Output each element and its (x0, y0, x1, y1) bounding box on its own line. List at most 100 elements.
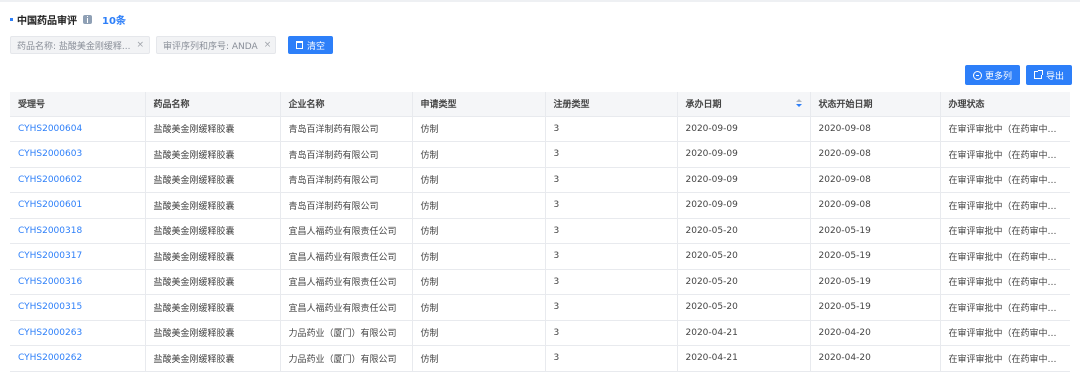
export-label: 导出 (1045, 71, 1064, 82)
company-cell: 青岛百洋制药有限公司 (280, 116, 413, 142)
drug-name-cell: 盐酸美金刚缓释胶囊 (145, 192, 281, 219)
column-header-company[interactable]: 企业名称 (280, 92, 413, 117)
sort-icon[interactable] (795, 99, 802, 109)
acceptance-no-link[interactable]: CYHS2000604 (10, 116, 146, 142)
table-row[interactable]: CYHS2000604 盐酸美金刚缓释胶囊 青岛百洋制药有限公司 仿制 3 2020-09… (10, 116, 1070, 142)
status-start-date-cell: 2020-05-19 (810, 294, 941, 321)
column-header-status-start-date[interactable]: 状态开始日期 (810, 92, 941, 117)
company-cell: 宜昌人福药业有限责任公司 (280, 269, 413, 295)
acceptance-no-link[interactable]: CYHS2000263 (10, 320, 146, 346)
undertake-date-cell: 2020-05-20 (677, 218, 811, 244)
application-type-cell: 仿制 (412, 218, 546, 244)
more-columns-label: 更多列 (984, 71, 1012, 82)
table-row[interactable]: CYHS2000317 盐酸美金刚缓释胶囊 宜昌人福药业有限责任公司 仿制 3 2020-… (10, 243, 1070, 270)
table-header: 受理号 药品名称 企业名称 申请类型 注册类型 承办日期 状态开始日期 办理状态 (10, 92, 1070, 117)
acceptance-no-link[interactable]: CYHS2000262 (10, 345, 146, 372)
status-cell: 在审评审批中（在药审中心） (940, 294, 1070, 321)
filter-chip-label: 药品名称: 盐酸美金刚缓释... (17, 41, 131, 52)
acceptance-no-link[interactable]: CYHS2000601 (10, 192, 146, 219)
column-header-label: 承办日期 (685, 100, 722, 111)
application-type-cell: 仿制 (412, 345, 546, 372)
column-header-undertake-date[interactable]: 承办日期 (677, 92, 811, 117)
column-header-drug-name[interactable]: 药品名称 (145, 92, 281, 117)
export-icon (1033, 70, 1043, 79)
close-icon[interactable]: × (136, 40, 144, 50)
more-columns-button[interactable]: 更多列 (964, 65, 1020, 85)
table-row[interactable]: CYHS2000316 盐酸美金刚缓释胶囊 宜昌人福药业有限责任公司 仿制 3 2020-… (10, 269, 1070, 295)
table-row[interactable]: CYHS2000603 盐酸美金刚缓释胶囊 青岛百洋制药有限公司 仿制 3 2020-09… (10, 141, 1070, 168)
status-cell: 在审评审批中（在药审中心） (940, 192, 1070, 219)
page-header: 中国药品审评 10条 (10, 12, 126, 27)
drug-name-cell: 盐酸美金刚缓释胶囊 (145, 243, 281, 270)
company-cell: 宜昌人福药业有限责任公司 (280, 294, 413, 321)
header-row: 受理号 药品名称 企业名称 申请类型 注册类型 承办日期 状态开始日期 办理状态 (10, 92, 1070, 117)
application-type-cell: 仿制 (412, 192, 546, 219)
undertake-date-cell: 2020-09-09 (677, 167, 811, 193)
company-cell: 宜昌人福药业有限责任公司 (280, 243, 413, 270)
status-cell: 在审评审批中（在药审中心） (940, 345, 1070, 372)
company-cell: 力品药业（厦门）有限公司 (280, 345, 413, 372)
undertake-date-cell: 2020-04-21 (677, 320, 811, 346)
drug-name-cell: 盐酸美金刚缓释胶囊 (145, 320, 281, 346)
acceptance-no-link[interactable]: CYHS2000317 (10, 243, 146, 270)
status-cell: 在审评审批中（在药审中心） (940, 218, 1070, 244)
registration-type-cell: 3 (545, 345, 678, 372)
undertake-date-cell: 2020-09-09 (677, 141, 811, 168)
application-type-cell: 仿制 (412, 243, 546, 270)
application-type-cell: 仿制 (412, 167, 546, 193)
status-cell: 在审评审批中（在药审中心） (940, 269, 1070, 295)
export-button[interactable]: 导出 (1025, 65, 1072, 85)
drug-name-cell: 盐酸美金刚缓释胶囊 (145, 345, 281, 372)
clear-filters-button[interactable]: 清空 (288, 36, 334, 54)
info-icon[interactable] (83, 14, 92, 24)
table-row[interactable]: CYHS2000315 盐酸美金刚缓释胶囊 宜昌人福药业有限责任公司 仿制 3 2020-… (10, 294, 1070, 321)
filter-chip-label: 审评序列和序号: ANDA (163, 41, 258, 52)
undertake-date-cell: 2020-04-21 (677, 345, 811, 372)
acceptance-no-link[interactable]: CYHS2000318 (10, 218, 146, 244)
registration-type-cell: 3 (545, 320, 678, 346)
filter-chip-drug-name[interactable]: 药品名称: 盐酸美金刚缓释... × (10, 36, 150, 54)
status-start-date-cell: 2020-09-08 (810, 192, 941, 219)
registration-type-cell: 3 (545, 141, 678, 168)
application-type-cell: 仿制 (412, 269, 546, 295)
column-header-status[interactable]: 办理状态 (940, 92, 1070, 117)
status-start-date-cell: 2020-04-20 (810, 345, 941, 372)
application-type-cell: 仿制 (412, 141, 546, 168)
filter-chip-review-sequence[interactable]: 审评序列和序号: ANDA × (156, 36, 276, 54)
registration-type-cell: 3 (545, 294, 678, 321)
close-icon[interactable]: × (264, 40, 272, 50)
column-header-registration-type[interactable]: 注册类型 (545, 92, 678, 117)
results-table: 受理号 药品名称 企业名称 申请类型 注册类型 承办日期 状态开始日期 办理状态… (10, 92, 1070, 372)
status-start-date-cell: 2020-09-08 (810, 116, 941, 142)
top-divider (0, 0, 1080, 2)
acceptance-no-link[interactable]: CYHS2000603 (10, 141, 146, 168)
company-cell: 宜昌人福药业有限责任公司 (280, 218, 413, 244)
table-row[interactable]: CYHS2000262 盐酸美金刚缓释胶囊 力品药业（厦门）有限公司 仿制 3 2020-… (10, 345, 1070, 372)
drug-name-cell: 盐酸美金刚缓释胶囊 (145, 294, 281, 321)
minus-circle-icon (972, 70, 982, 80)
company-cell: 力品药业（厦门）有限公司 (280, 320, 413, 346)
page-title: 中国药品审评 (17, 15, 77, 27)
registration-type-cell: 3 (545, 167, 678, 193)
column-header-acceptance-no[interactable]: 受理号 (10, 92, 146, 117)
table-body: CYHS2000604 盐酸美金刚缓释胶囊 青岛百洋制药有限公司 仿制 3 2020-09… (10, 116, 1070, 372)
registration-type-cell: 3 (545, 218, 678, 244)
undertake-date-cell: 2020-05-20 (677, 269, 811, 295)
acceptance-no-link[interactable]: CYHS2000316 (10, 269, 146, 295)
clear-label: 清空 (307, 41, 326, 52)
table-row[interactable]: CYHS2000601 盐酸美金刚缓释胶囊 青岛百洋制药有限公司 仿制 3 2020-09… (10, 192, 1070, 219)
company-cell: 青岛百洋制药有限公司 (280, 141, 413, 168)
drug-name-cell: 盐酸美金刚缓释胶囊 (145, 167, 281, 193)
table-row[interactable]: CYHS2000318 盐酸美金刚缓释胶囊 宜昌人福药业有限责任公司 仿制 3 2020-… (10, 218, 1070, 244)
column-header-application-type[interactable]: 申请类型 (412, 92, 546, 117)
table-row[interactable]: CYHS2000263 盐酸美金刚缓释胶囊 力品药业（厦门）有限公司 仿制 3 2020-… (10, 320, 1070, 346)
application-type-cell: 仿制 (412, 294, 546, 321)
result-count: 10条 (102, 15, 126, 27)
table-row[interactable]: CYHS2000602 盐酸美金刚缓释胶囊 青岛百洋制药有限公司 仿制 3 2020-09… (10, 167, 1070, 193)
company-cell: 青岛百洋制药有限公司 (280, 192, 413, 219)
registration-type-cell: 3 (545, 269, 678, 295)
acceptance-no-link[interactable]: CYHS2000315 (10, 294, 146, 321)
undertake-date-cell: 2020-05-20 (677, 294, 811, 321)
acceptance-no-link[interactable]: CYHS2000602 (10, 167, 146, 193)
application-type-cell: 仿制 (412, 116, 546, 142)
